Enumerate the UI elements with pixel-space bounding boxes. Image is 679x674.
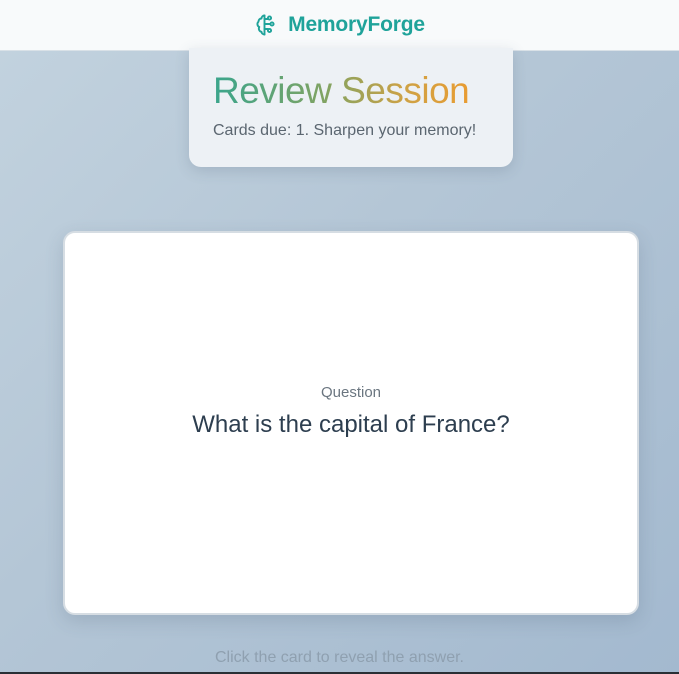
brain-icon (254, 12, 280, 38)
brand-name[interactable]: MemoryForge (288, 13, 425, 37)
reveal-hint: Click the card to reveal the answer. (214, 649, 464, 666)
session-header: Review Session Cards due: 1. Sharpen you… (189, 48, 513, 167)
top-nav-bar: MemoryForge (0, 0, 679, 51)
cards-due-text: Cards due: 1. Sharpen your memory! (213, 122, 477, 139)
card-question-text: What is the capital of France? (192, 410, 510, 438)
page-title: Review Session (213, 70, 489, 112)
flashcard[interactable]: Question What is the capital of France? (63, 231, 639, 615)
card-side-label: Question (320, 383, 382, 401)
